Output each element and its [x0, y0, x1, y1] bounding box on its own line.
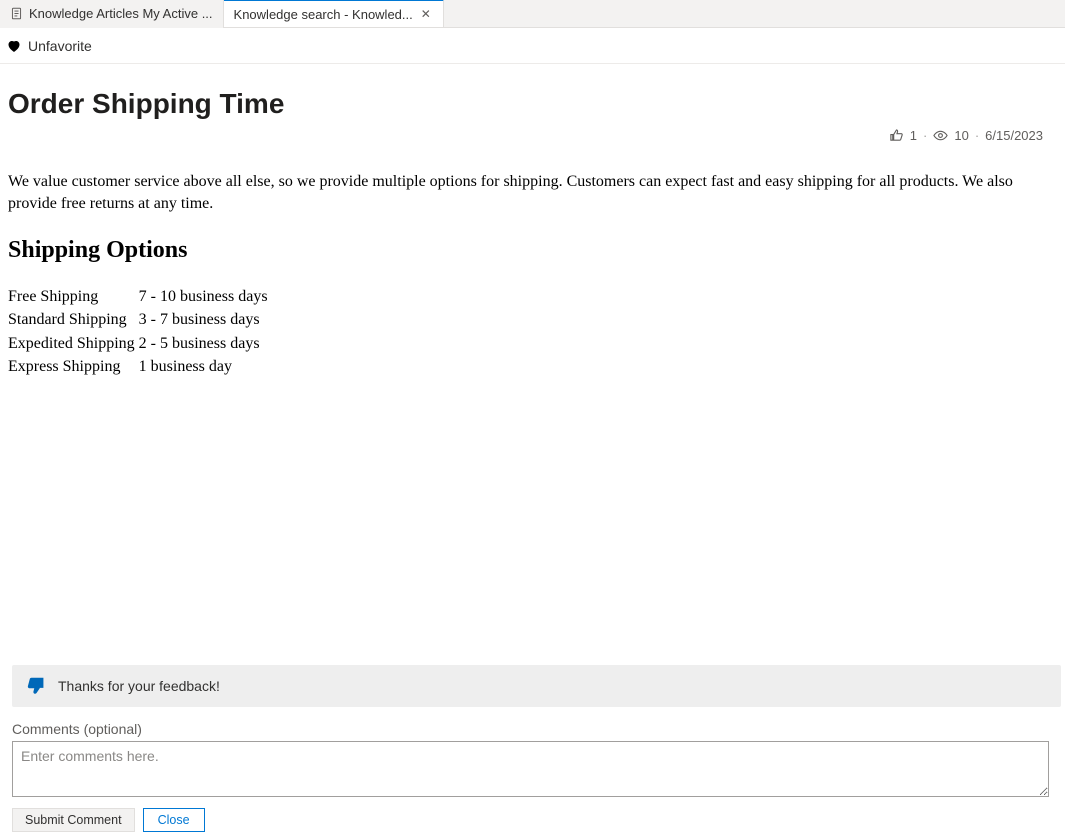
- article-meta: 1 · 10 · 6/15/2023: [8, 128, 1057, 143]
- tab-label: Knowledge search - Knowled...: [234, 7, 413, 22]
- likes-count: 1: [910, 128, 917, 143]
- shipping-name: Express Shipping: [8, 355, 139, 379]
- close-icon[interactable]: ✕: [419, 7, 433, 21]
- tab-knowledge-search[interactable]: Knowledge search - Knowled... ✕: [224, 0, 444, 27]
- content-area: Order Shipping Time 1 · 10 · 6/15/2023 W…: [0, 64, 1065, 379]
- article-date: 6/15/2023: [985, 128, 1043, 143]
- button-row: Submit Comment Close: [12, 808, 1065, 832]
- thumbs-up-icon: [889, 128, 904, 143]
- views-count: 10: [954, 128, 968, 143]
- tab-bar: Knowledge Articles My Active ... Knowled…: [0, 0, 1065, 28]
- document-icon: [10, 7, 23, 20]
- feedback-text: Thanks for your feedback!: [58, 678, 220, 694]
- table-row: Expedited Shipping 2 - 5 business days: [8, 332, 274, 356]
- shipping-name: Expedited Shipping: [8, 332, 139, 356]
- article-intro: We value customer service above all else…: [8, 171, 1057, 214]
- unfavorite-button[interactable]: Unfavorite: [28, 38, 92, 54]
- thumbs-down-icon: [26, 675, 48, 697]
- footer-area: Thanks for your feedback! Comments (opti…: [8, 665, 1065, 838]
- shipping-name: Standard Shipping: [8, 308, 139, 332]
- toolbar: Unfavorite: [0, 28, 1065, 64]
- table-row: Free Shipping 7 - 10 business days: [8, 285, 274, 309]
- shipping-time: 2 - 5 business days: [139, 332, 274, 356]
- close-button[interactable]: Close: [143, 808, 205, 832]
- table-row: Express Shipping 1 business day: [8, 355, 274, 379]
- comments-label: Comments (optional): [12, 721, 1065, 737]
- feedback-banner: Thanks for your feedback!: [12, 665, 1061, 707]
- submit-comment-button[interactable]: Submit Comment: [12, 808, 135, 832]
- heart-icon[interactable]: [6, 38, 22, 54]
- eye-icon: [933, 128, 948, 143]
- comments-input[interactable]: [12, 741, 1049, 797]
- page-title: Order Shipping Time: [8, 88, 1057, 120]
- shipping-options-table: Free Shipping 7 - 10 business days Stand…: [8, 285, 274, 379]
- shipping-name: Free Shipping: [8, 285, 139, 309]
- table-row: Standard Shipping 3 - 7 business days: [8, 308, 274, 332]
- shipping-time: 1 business day: [139, 355, 274, 379]
- shipping-time: 7 - 10 business days: [139, 285, 274, 309]
- tab-label: Knowledge Articles My Active ...: [29, 6, 213, 21]
- shipping-time: 3 - 7 business days: [139, 308, 274, 332]
- article-body: We value customer service above all else…: [8, 171, 1057, 379]
- section-heading: Shipping Options: [8, 234, 1057, 266]
- tab-knowledge-articles[interactable]: Knowledge Articles My Active ...: [0, 0, 224, 28]
